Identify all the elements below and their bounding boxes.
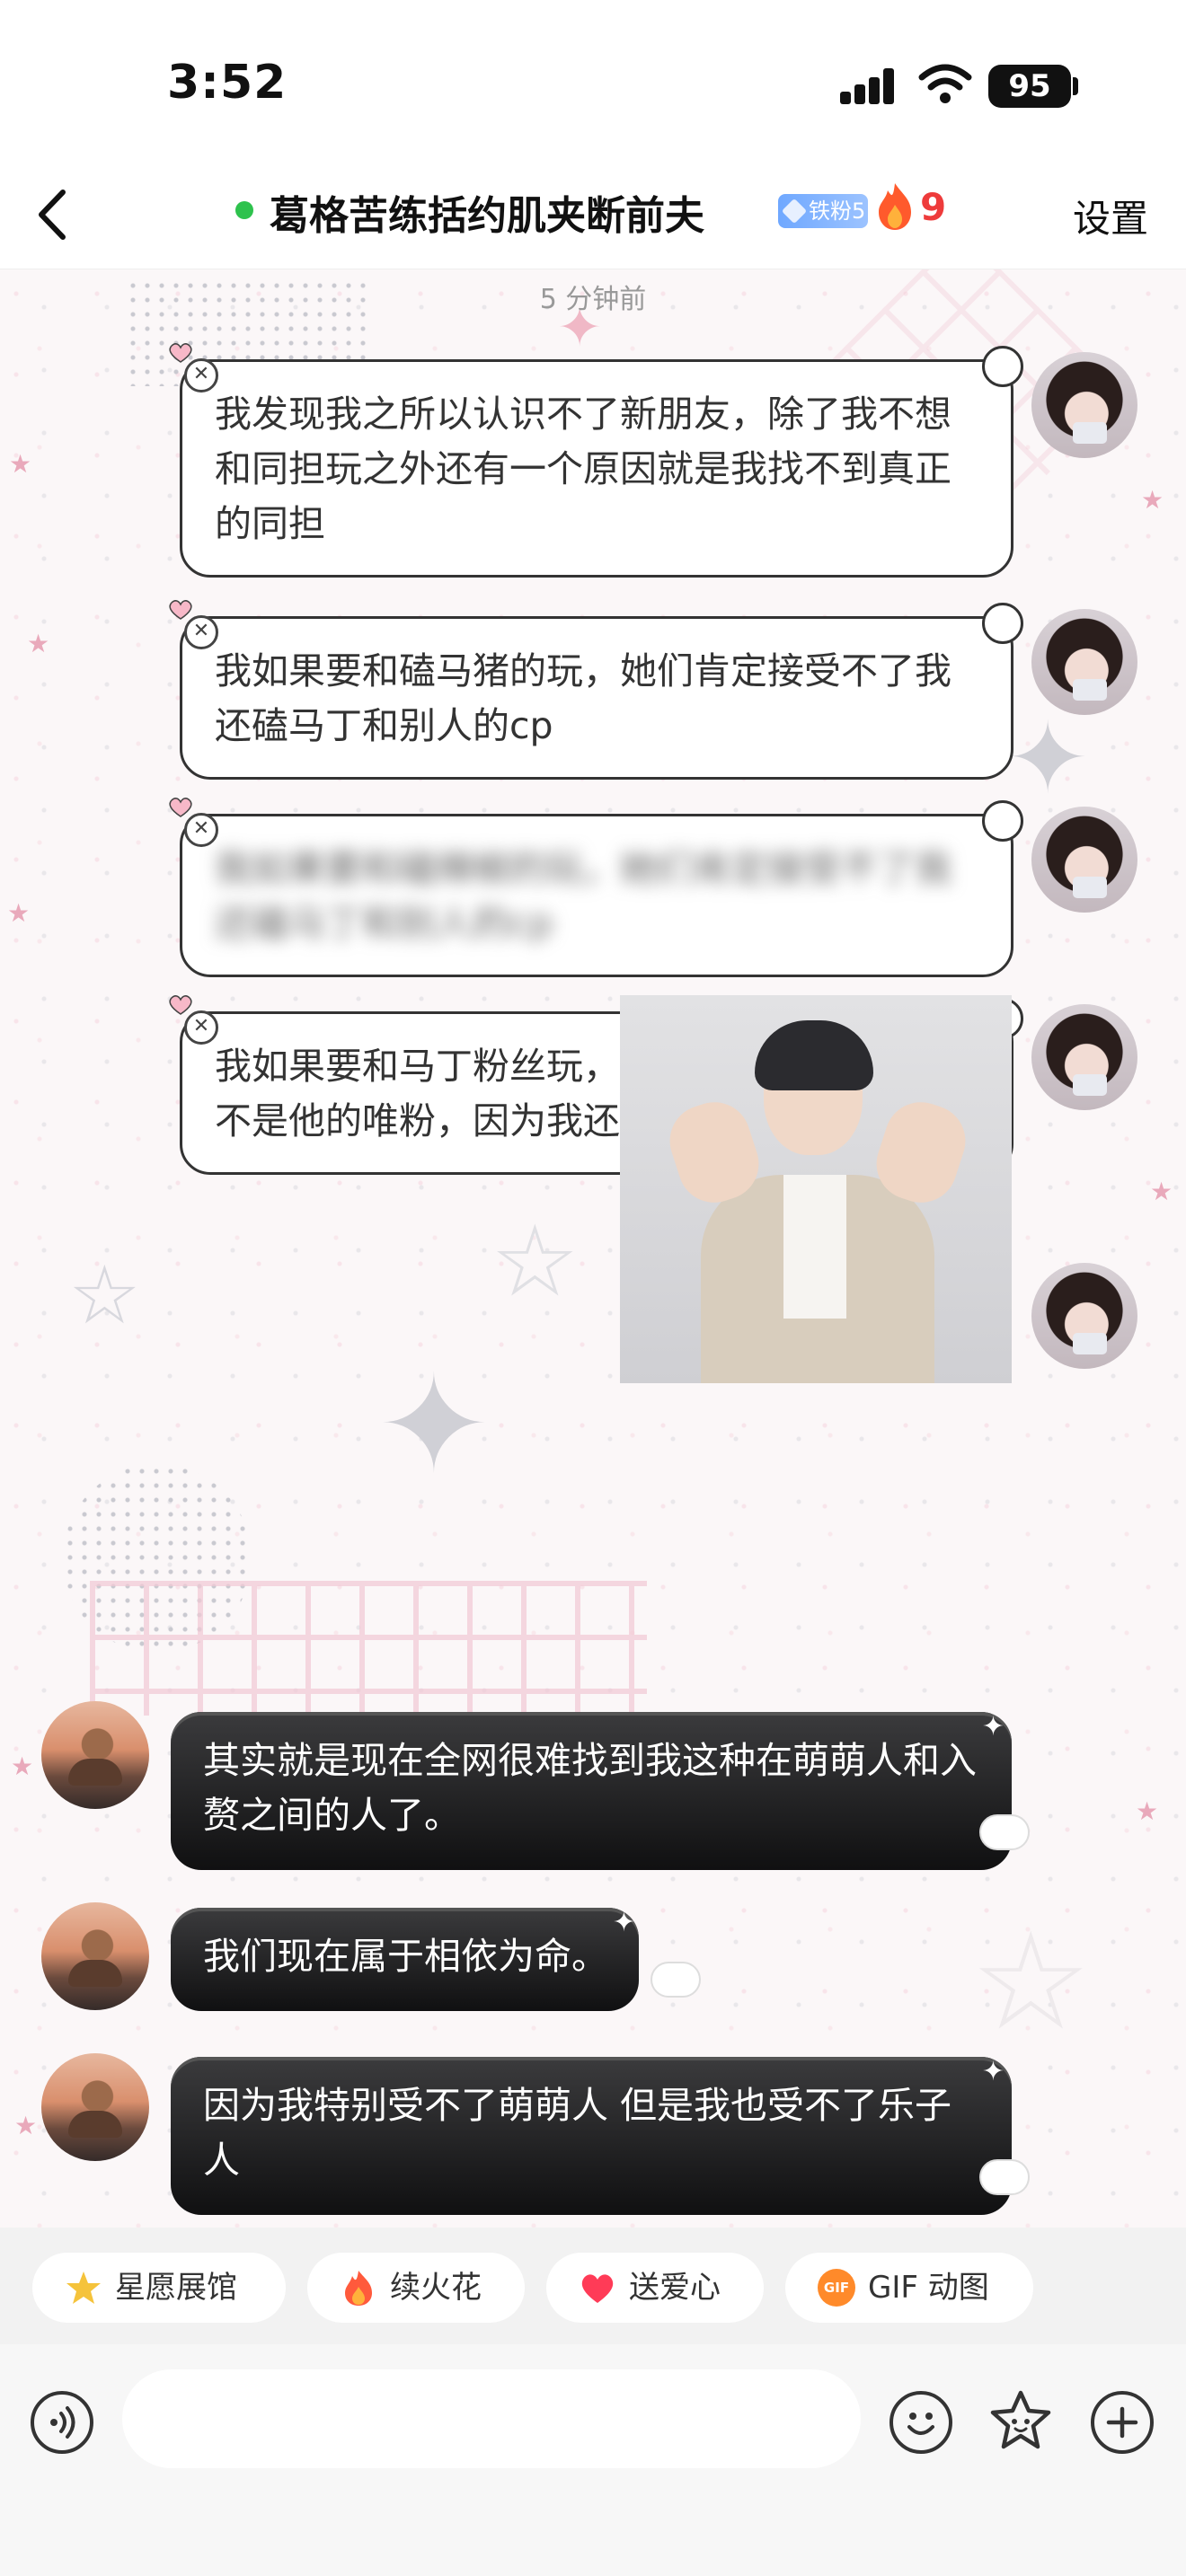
- online-status-dot: [235, 201, 253, 219]
- my-avatar[interactable]: [1031, 1004, 1137, 1110]
- photo-figure-hair: [755, 1020, 873, 1090]
- star-icon: ★: [11, 1751, 34, 1781]
- received-message-bubble[interactable]: ✦ 其实就是现在全网很难找到我这种在萌萌人和入赘之间的人了。: [171, 1711, 1012, 1870]
- fan-badge[interactable]: 铁粉5: [778, 194, 868, 228]
- clip-icon: ✕: [184, 813, 218, 847]
- received-message-text: 我们现在属于相依为命。: [203, 1935, 608, 1978]
- sent-message-text: 我如果要和磕马猪的玩，她们肯定接受不了我还磕马丁和别人的cp: [215, 649, 951, 747]
- sticker-icon[interactable]: [987, 2387, 1055, 2456]
- heart-icon: [169, 343, 192, 363]
- fire-icon[interactable]: [875, 181, 915, 232]
- star-icon: ★: [7, 898, 31, 928]
- received-message-text: 因为我特别受不了萌萌人 但是我也受不了乐子人: [203, 2084, 952, 2182]
- contact-avatar[interactable]: [41, 1701, 149, 1809]
- sparkle-icon: ✦: [1006, 701, 1090, 816]
- star-icon: ★: [1150, 1177, 1173, 1206]
- star-icon: ★: [27, 629, 50, 658]
- background-grid-pattern: [90, 1581, 647, 1716]
- fan-badge-label: 铁粉5: [809, 198, 866, 224]
- my-avatar[interactable]: [1031, 1263, 1137, 1369]
- photo-message[interactable]: [620, 995, 1012, 1383]
- sent-message-bubble[interactable]: ✕ 我如果要和磕马猪的玩，她们肯定接受不了我还磕马丁和别人的cp: [169, 600, 1023, 780]
- cloud-icon: [979, 1814, 1030, 1850]
- quick-action-label: GIF 动图: [868, 2270, 989, 2306]
- heart-icon: [581, 2274, 614, 2303]
- star-icon: ★: [9, 449, 32, 479]
- add-icon[interactable]: [1091, 2391, 1154, 2454]
- back-icon[interactable]: [27, 183, 81, 246]
- quick-action-label: 星愿展馆: [115, 2270, 237, 2306]
- quick-action-label: 续火花: [390, 2270, 482, 2306]
- photo-figure-shirt: [783, 1175, 846, 1319]
- gif-icon: GIF: [818, 2269, 855, 2307]
- contact-avatar[interactable]: [41, 2053, 149, 2161]
- message-time-text: 5 分钟前: [539, 284, 647, 315]
- cloud-icon: [651, 1962, 701, 1998]
- quick-actions-bar: 星愿展馆 续火花 送爱心 GIF GIF 动图: [0, 2228, 1186, 2344]
- input-bar: [0, 2344, 1186, 2576]
- sent-message-bubble-blurred[interactable]: ✕ 我如果要和磕辣椒的玩，她们肯定接受不了我还磕马丁和别人的cp: [169, 798, 1023, 977]
- status-bar: 3:52 95: [0, 0, 1186, 162]
- heart-icon: [169, 995, 192, 1015]
- quick-action-label: 送爱心: [629, 2270, 721, 2306]
- heart-icon: [169, 798, 192, 817]
- quick-action-wish-gallery[interactable]: 星愿展馆: [32, 2253, 286, 2323]
- message-input[interactable]: [122, 2369, 861, 2468]
- signal-icon: [840, 68, 901, 104]
- contact-avatar[interactable]: [41, 1902, 149, 2010]
- fire-count: 9: [920, 185, 947, 229]
- sent-message-text: 我如果要和磕辣椒的玩，她们肯定接受不了我还磕马丁和别人的cp: [215, 847, 951, 945]
- chat-header: 葛格苦练括约肌夹断前夫 铁粉5 9 设置: [0, 162, 1186, 269]
- star-icon: ★: [1141, 485, 1164, 515]
- voice-icon[interactable]: [31, 2391, 93, 2454]
- heart-icon: [169, 600, 192, 620]
- clip-icon: ✕: [184, 1010, 218, 1045]
- quick-action-continue-spark[interactable]: 续火花: [307, 2253, 525, 2323]
- star-icon: [66, 2272, 101, 2304]
- sent-message-text: 我发现我之所以认识不了新朋友，除了我不想和同担玩之外还有一个原因就是我找不到真正…: [215, 393, 951, 545]
- status-time: 3:52: [167, 56, 288, 110]
- quick-action-gif[interactable]: GIF GIF 动图: [785, 2253, 1033, 2323]
- star-icon: ★: [1136, 1796, 1159, 1826]
- sparkle-icon: ✦: [981, 2056, 1005, 2087]
- emoji-icon[interactable]: [890, 2391, 952, 2454]
- battery-tip: [1073, 77, 1078, 95]
- star-outline-icon: ☆: [970, 1904, 1092, 2060]
- quick-action-send-love[interactable]: 送爱心: [546, 2253, 764, 2323]
- sparkle-icon: ✦: [377, 1347, 491, 1504]
- fire-icon: [345, 2271, 372, 2306]
- received-message-text: 其实就是现在全网很难找到我这种在萌萌人和入赘之间的人了。: [203, 1739, 977, 1837]
- sent-message-bubble[interactable]: ✕ 我发现我之所以认识不了新朋友，除了我不想和同担玩之外还有一个原因就是我找不到…: [169, 343, 1023, 578]
- settings-button[interactable]: 设置: [1073, 189, 1148, 243]
- message-list[interactable]: ✦ ✦ ✦ ☆ ☆ ☆ ★ ★ ★ ★ ★ ★ ★ ★ 5 分钟前 ✕ 我发现我…: [0, 269, 1186, 2228]
- wifi-icon: [918, 64, 972, 103]
- clip-icon: ✕: [184, 358, 218, 393]
- chat-screen: 3:52 95 葛格苦练括约肌夹断前夫 铁粉5 9 设置 ✦ ✦ ✦ ☆ ☆ ☆…: [0, 0, 1186, 2576]
- star-outline-icon: ☆: [491, 1204, 580, 1319]
- chat-title[interactable]: 葛格苦练括约肌夹断前夫: [270, 183, 704, 241]
- received-message-bubble[interactable]: ✦ 因为我特别受不了萌萌人 但是我也受不了乐子人: [171, 2056, 1012, 2215]
- sparkle-icon: ✦: [981, 1711, 1005, 1742]
- received-message-bubble[interactable]: ✦ 我们现在属于相依为命。: [171, 1907, 639, 2011]
- sparkle-icon: ✦: [612, 1907, 635, 1938]
- battery-icon: 95: [988, 65, 1071, 108]
- star-outline-icon: ☆: [68, 1248, 141, 1343]
- clip-icon: ✕: [184, 615, 218, 649]
- my-avatar[interactable]: [1031, 609, 1137, 715]
- diamond-icon: [781, 198, 808, 225]
- cloud-icon: [979, 2159, 1030, 2195]
- message-time-label: 5 分钟前: [0, 277, 1186, 316]
- star-icon: ★: [14, 2111, 38, 2140]
- my-avatar[interactable]: [1031, 807, 1137, 913]
- my-avatar[interactable]: [1031, 352, 1137, 458]
